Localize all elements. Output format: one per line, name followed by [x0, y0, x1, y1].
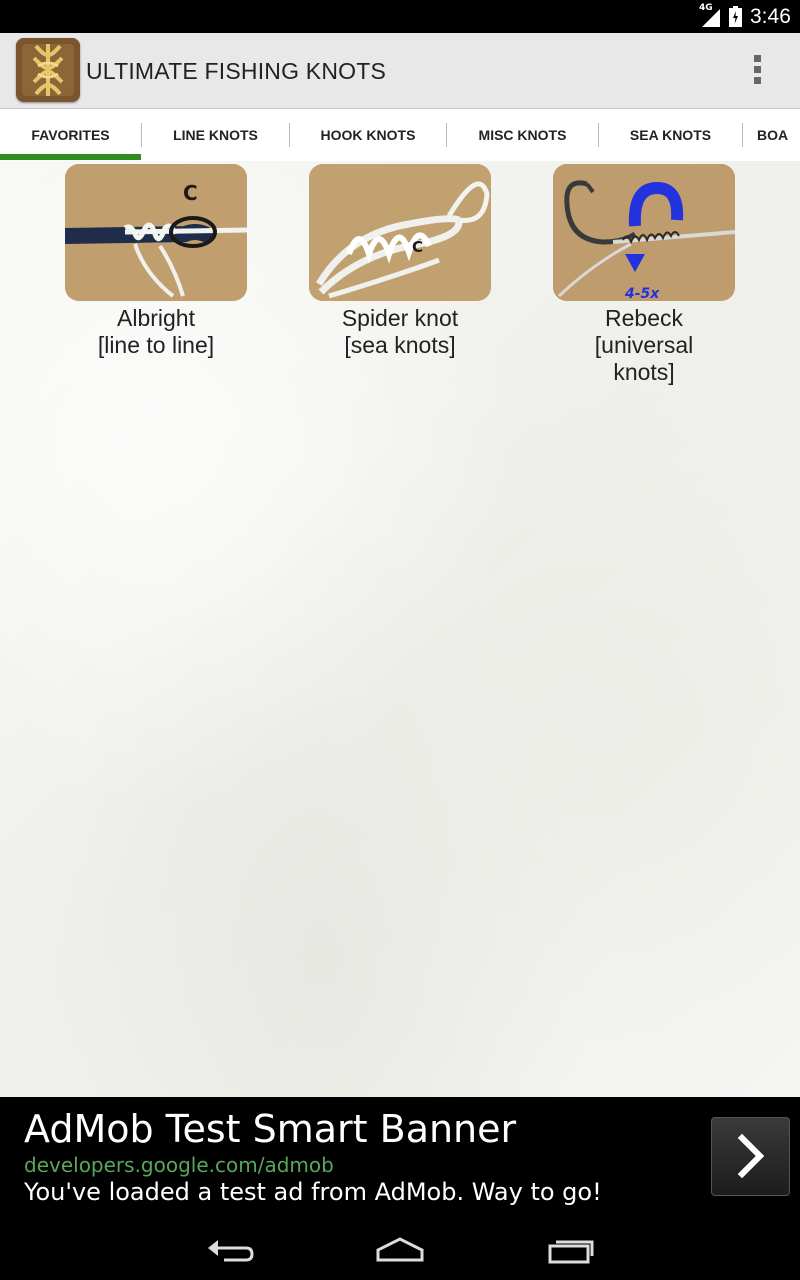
knot-category: [universal — [594, 332, 694, 358]
knot-name: Spider knot — [341, 305, 459, 331]
knot-label-spider: Spider knot [sea knots] — [309, 305, 491, 359]
overflow-menu-icon[interactable] — [748, 55, 766, 87]
chevron-right-icon — [737, 1133, 765, 1179]
spider-overlay-label: C — [412, 238, 423, 256]
tab-strip: FAVORITES LINE KNOTS HOOK KNOTS MISC KNO… — [0, 109, 800, 162]
navigation-bar — [0, 1222, 800, 1280]
app-logo-icon[interactable] — [16, 38, 80, 102]
status-bar: 4G 3:46 — [0, 0, 800, 33]
knot-category: [line to line] — [97, 332, 215, 358]
ad-banner[interactable]: AdMob Test Smart Banner developers.googl… — [0, 1097, 800, 1222]
signal-icon — [702, 9, 720, 27]
ad-url[interactable]: developers.google.com/admob — [24, 1153, 334, 1177]
app-title: ULTIMATE FISHING KNOTS — [86, 58, 387, 84]
tab-misc-knots[interactable]: MISC KNOTS — [447, 109, 598, 161]
knot-item-rebeck[interactable]: 4-5x Rebeck [universal knots] — [553, 164, 735, 386]
ad-open-button[interactable] — [711, 1117, 790, 1196]
knot-thumbnail-rebeck[interactable]: 4-5x — [553, 164, 735, 301]
knot-category: knots] — [613, 359, 675, 385]
favorites-grid: C Albright [line to line] C Spider knot … — [0, 161, 800, 1097]
knot-name: Rebeck — [605, 305, 683, 331]
battery-icon — [729, 6, 742, 27]
ad-title[interactable]: AdMob Test Smart Banner — [24, 1107, 516, 1151]
knot-item-albright[interactable]: C Albright [line to line] — [65, 164, 247, 359]
knot-label-rebeck: Rebeck [universal knots] — [553, 305, 735, 386]
tab-selected-indicator — [0, 154, 141, 160]
knot-item-spider[interactable]: C Spider knot [sea knots] — [309, 164, 491, 359]
knot-category: [sea knots] — [344, 332, 456, 358]
knot-label-albright: Albright [line to line] — [65, 305, 247, 359]
tab-boat-knots[interactable]: BOA — [757, 109, 800, 161]
tab-sea-knots[interactable]: SEA KNOTS — [599, 109, 742, 161]
tab-divider — [742, 123, 743, 147]
recents-icon[interactable] — [548, 1236, 596, 1264]
action-bar: ULTIMATE FISHING KNOTS — [0, 33, 800, 109]
home-icon[interactable] — [375, 1236, 425, 1264]
rebeck-overlay-label: 4-5x — [624, 286, 660, 301]
tab-line-knots[interactable]: LINE KNOTS — [142, 109, 289, 161]
knot-name: Albright — [117, 305, 195, 331]
albright-overlay-label: C — [183, 181, 198, 205]
clock: 3:46 — [750, 5, 791, 28]
knot-thumbnail-albright[interactable]: C — [65, 164, 247, 301]
tab-hook-knots[interactable]: HOOK KNOTS — [290, 109, 446, 161]
ad-text[interactable]: You've loaded a test ad from AdMob. Way … — [24, 1178, 602, 1206]
back-icon[interactable] — [206, 1236, 254, 1264]
knot-thumbnail-spider[interactable]: C — [309, 164, 491, 301]
